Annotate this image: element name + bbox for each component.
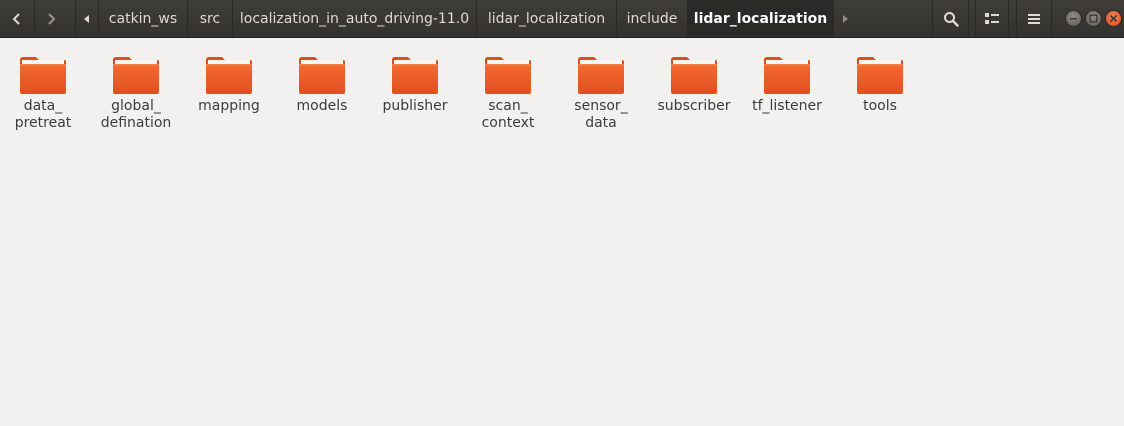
view-toggle-button[interactable]: [976, 0, 1008, 37]
chevron-left-icon: [12, 12, 20, 25]
breadcrumb-item-localization-in-auto-driving[interactable]: localization_in_auto_driving-11.0: [233, 0, 476, 37]
folder-item-models[interactable]: models: [279, 54, 365, 115]
folder-label: models: [296, 98, 348, 114]
folder-icon: [764, 57, 810, 94]
folder-item-global-defination[interactable]: global_ defination: [93, 54, 179, 132]
path-scroll-left-button[interactable]: [76, 0, 98, 37]
maximize-icon: [1089, 14, 1098, 23]
folder-item-mapping[interactable]: mapping: [186, 54, 272, 115]
folder-label: data_ pretreat: [14, 98, 72, 131]
search-button[interactable]: [933, 0, 968, 37]
folder-item-publisher[interactable]: publisher: [372, 54, 458, 115]
folder-icon: [485, 57, 531, 94]
maximize-button[interactable]: [1085, 10, 1102, 27]
triangle-right-icon: [843, 14, 848, 23]
search-icon: [943, 11, 959, 27]
folder-label: sensor_ data: [574, 98, 628, 131]
menu-button[interactable]: [1017, 0, 1051, 37]
forward-button[interactable]: [35, 0, 67, 37]
folder-item-scan-context[interactable]: scan_ context: [465, 54, 551, 132]
breadcrumb-item-lidar-localization[interactable]: lidar_localization: [477, 0, 616, 37]
back-button[interactable]: [0, 0, 34, 37]
breadcrumb-item-src[interactable]: src: [188, 0, 232, 37]
folder-label: tools: [863, 98, 897, 114]
breadcrumb-item-catkin-ws[interactable]: catkin_ws: [99, 0, 187, 37]
hamburger-menu-icon: [1028, 13, 1040, 24]
folder-label: subscriber: [657, 98, 731, 114]
breadcrumb-item-include[interactable]: include: [617, 0, 687, 37]
folder-item-sensor-data[interactable]: sensor_ data: [558, 54, 644, 132]
folder-label: scan_ context: [481, 98, 535, 131]
folder-icon: [206, 57, 252, 94]
minimize-icon: [1070, 18, 1077, 20]
triangle-left-icon: [84, 14, 89, 23]
folder-icon: [857, 57, 903, 94]
folder-icon: [578, 57, 624, 94]
folder-label: global_ defination: [100, 98, 172, 131]
breadcrumb-item-current[interactable]: lidar_localization: [688, 0, 833, 37]
folder-item-tf-listener[interactable]: tf_listener: [744, 54, 830, 115]
folder-label: tf_listener: [752, 98, 822, 114]
close-button[interactable]: [1105, 10, 1122, 27]
folder-icon: [113, 57, 159, 94]
folder-item-data-pretreat[interactable]: data_ pretreat: [0, 54, 86, 132]
folder-item-subscriber[interactable]: subscriber: [651, 54, 737, 115]
folder-label: mapping: [198, 98, 260, 114]
path-scroll-right-button[interactable]: [834, 0, 856, 37]
folder-item-tools[interactable]: tools: [837, 54, 923, 115]
minimize-button[interactable]: [1065, 10, 1082, 27]
folder-icon: [20, 57, 66, 94]
folder-icon: [671, 57, 717, 94]
folder-icon: [299, 57, 345, 94]
chevron-right-icon: [48, 12, 56, 25]
list-view-icon: [985, 12, 999, 24]
file-view[interactable]: data_ pretreat global_ defination mappin…: [0, 38, 1124, 426]
folder-label: publisher: [382, 98, 448, 114]
folder-icon: [392, 57, 438, 94]
close-icon: [1109, 14, 1118, 23]
header-bar: catkin_ws src localization_in_auto_drivi…: [0, 0, 1124, 38]
